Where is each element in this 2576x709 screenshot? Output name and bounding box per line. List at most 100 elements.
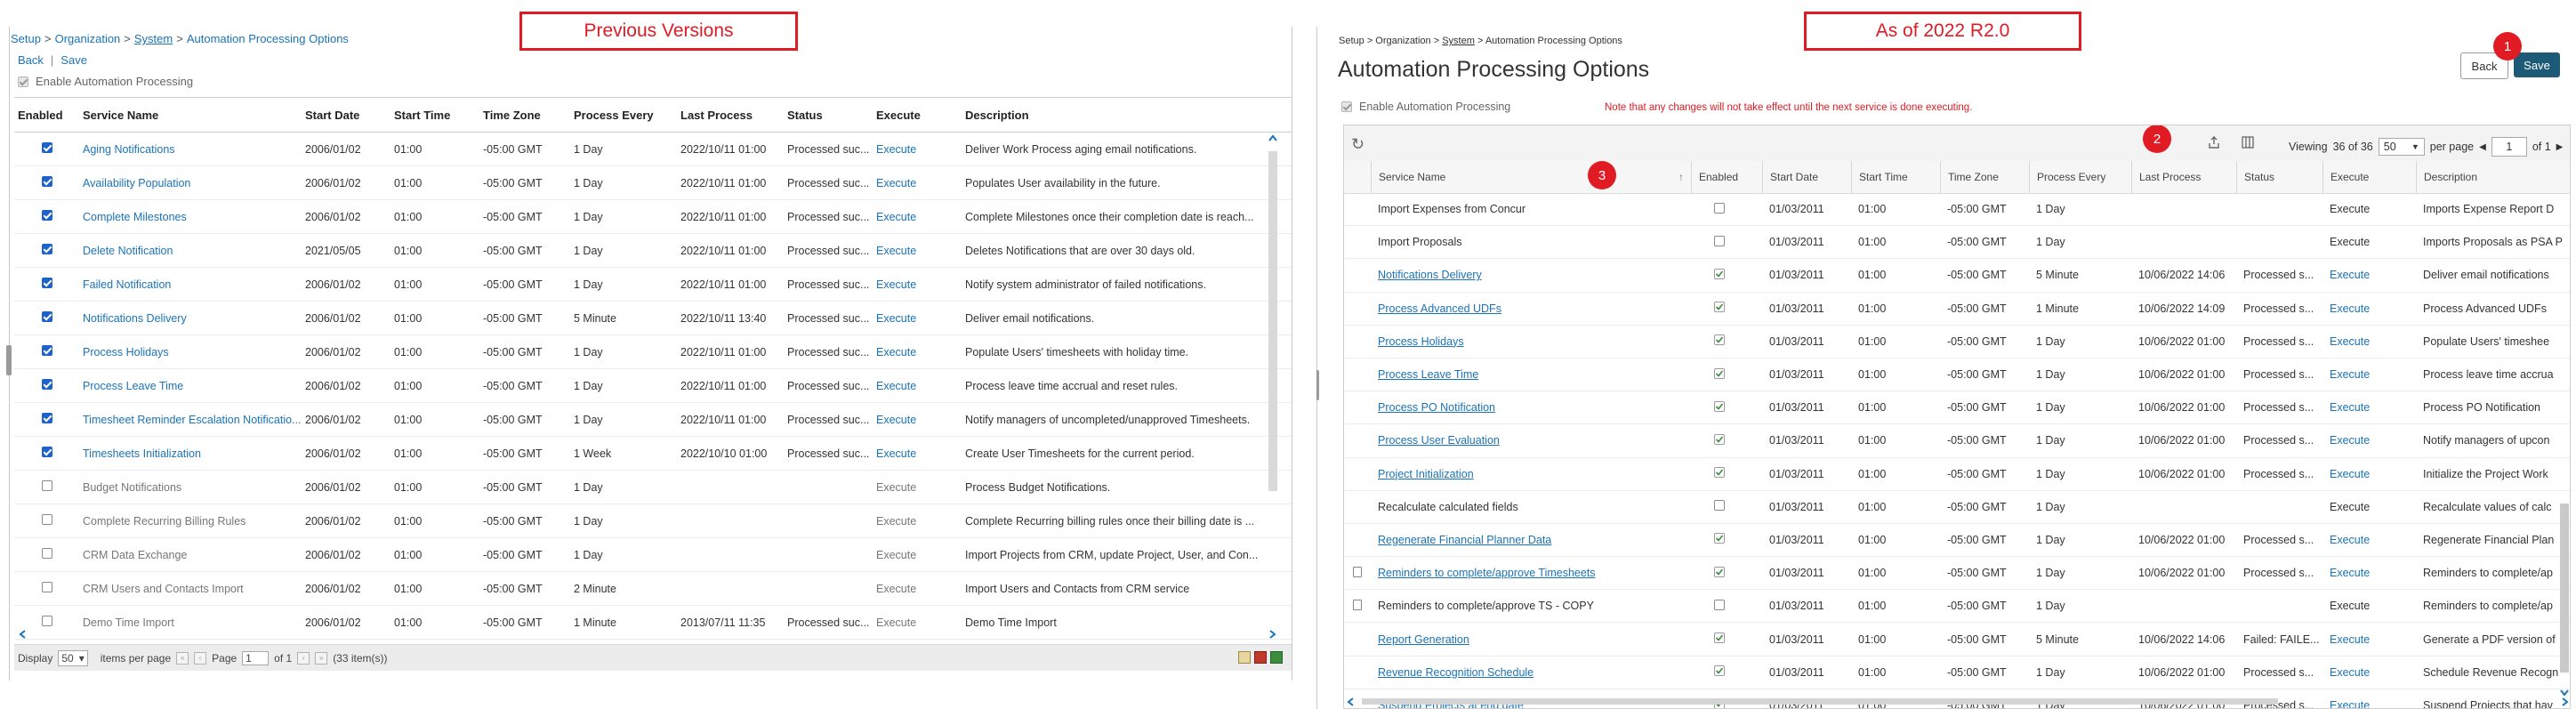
breadcrumb-organization[interactable]: Organization (55, 32, 121, 45)
execute-link[interactable]: Execute (873, 211, 962, 223)
column-header-start-time[interactable]: Start Time (391, 109, 480, 122)
enabled-checkbox[interactable] (42, 447, 52, 457)
service-name-link[interactable]: Report Generation (1371, 633, 1691, 646)
execute-link[interactable]: Execute (2322, 269, 2416, 281)
column-header-time-zone[interactable]: Time Zone (480, 109, 571, 122)
service-name-link[interactable]: Project Initialization (1371, 468, 1691, 480)
enabled-checkbox[interactable] (1714, 367, 1725, 379)
refresh-icon[interactable]: ↻ (1351, 135, 1364, 154)
enabled-checkbox[interactable] (42, 244, 52, 254)
enabled-checkbox[interactable] (42, 514, 52, 525)
column-header-service-name[interactable]: Service Name ↑ (1371, 161, 1691, 193)
execute-link[interactable]: Execute (2322, 633, 2416, 646)
column-header-start-time[interactable]: Start Time (1851, 161, 1940, 193)
service-name-link[interactable]: Process PO Notification (1371, 401, 1691, 414)
service-name-link[interactable]: Notifications Delivery (1371, 269, 1691, 281)
page-size-select[interactable]: 50 ▾ (58, 649, 88, 666)
breadcrumb-system[interactable]: System (1442, 36, 1475, 46)
copy-icon[interactable] (1353, 566, 1362, 577)
service-name-link[interactable]: Process Leave Time (80, 380, 302, 392)
execute-link[interactable]: Execute (873, 616, 962, 629)
page-number-input[interactable]: 1 (2491, 137, 2527, 157)
enabled-checkbox[interactable] (1714, 433, 1725, 445)
column-header-enabled[interactable]: Enabled (1691, 161, 1762, 193)
enabled-checkbox[interactable] (1714, 202, 1725, 214)
enabled-checkbox[interactable] (1714, 500, 1725, 512)
enabled-checkbox[interactable] (42, 142, 52, 153)
execute-link[interactable]: Execute (873, 549, 962, 561)
execute-link[interactable]: Execute (2322, 302, 2416, 315)
column-header-status[interactable]: Status (785, 109, 873, 122)
execute-link[interactable]: Execute (873, 414, 962, 426)
column-header-process-every[interactable]: Process Every (2029, 161, 2131, 193)
enabled-checkbox[interactable] (1714, 533, 1725, 544)
save-button[interactable]: Save (2514, 52, 2560, 77)
breadcrumb-organization[interactable]: Organization (1375, 36, 1430, 46)
service-name-link[interactable]: Timesheet Reminder Escalation Notificati… (80, 414, 302, 426)
prev-page-icon[interactable]: ◀ (2479, 142, 2486, 152)
enabled-checkbox[interactable] (1714, 632, 1725, 644)
enabled-checkbox[interactable] (1714, 566, 1725, 577)
service-name-link[interactable]: Reminders to complete/approve Timesheets (1371, 567, 1691, 579)
execute-link[interactable]: Execute (873, 278, 962, 291)
enabled-checkbox[interactable] (42, 278, 52, 288)
column-header-last-process[interactable]: Last Process (2131, 161, 2236, 193)
column-header-status[interactable]: Status (2236, 161, 2322, 193)
service-name-link[interactable]: Process Advanced UDFs (1371, 302, 1691, 315)
execute-link[interactable]: Execute (873, 447, 962, 460)
enabled-checkbox[interactable] (42, 413, 52, 423)
scroll-left-icon[interactable] (16, 628, 28, 641)
enabled-checkbox[interactable] (42, 379, 52, 390)
service-name-link[interactable]: Notifications Delivery (80, 312, 302, 325)
execute-link[interactable]: Execute (873, 346, 962, 359)
horizontal-scrollbar[interactable] (1344, 696, 2570, 708)
service-name-link[interactable]: Timesheets Initialization (80, 447, 302, 460)
column-header-service-name[interactable]: Service Name (80, 109, 302, 122)
back-link[interactable]: Back (18, 53, 44, 67)
enabled-checkbox[interactable] (42, 616, 52, 626)
horizontal-scrollbar[interactable] (16, 628, 1279, 641)
columns-icon[interactable] (2241, 135, 2255, 149)
sort-ascending-icon[interactable]: ↑ (1678, 161, 1684, 193)
breadcrumb-system[interactable]: System (134, 32, 173, 45)
enabled-checkbox[interactable] (1714, 599, 1725, 610)
execute-link[interactable]: Execute (873, 245, 962, 257)
execute-link[interactable]: Execute (2322, 666, 2416, 679)
last-page-icon[interactable]: » (315, 651, 328, 665)
next-page-icon[interactable]: › (297, 651, 310, 665)
service-name-link[interactable]: Process User Evaluation (1371, 434, 1691, 447)
enabled-checkbox[interactable] (42, 548, 52, 559)
scrollbar-thumb[interactable] (2560, 504, 2569, 673)
service-name-link[interactable]: Regenerate Financial Planner Data (1371, 534, 1691, 546)
enabled-checkbox[interactable] (42, 210, 52, 221)
execute-link[interactable]: Execute (2322, 401, 2416, 414)
execute-link[interactable]: Execute (2322, 468, 2416, 480)
enabled-checkbox[interactable] (1714, 235, 1725, 246)
column-header-time-zone[interactable]: Time Zone (1940, 161, 2029, 193)
service-name-link[interactable]: Process Holidays (1371, 335, 1691, 348)
column-header-start-date[interactable]: Start Date (302, 109, 391, 122)
enabled-checkbox[interactable] (42, 345, 52, 356)
execute-link[interactable]: Execute (2322, 600, 2416, 612)
service-name-link[interactable]: Delete Notification (80, 245, 302, 257)
column-header-last-process[interactable]: Last Process (678, 109, 785, 122)
vertical-scrollbar[interactable] (1267, 132, 1279, 630)
service-name-link[interactable]: Revenue Recognition Schedule (1371, 666, 1691, 679)
panel-resize-handle[interactable] (6, 345, 12, 375)
execute-link[interactable]: Execute (2322, 434, 2416, 447)
export-icon[interactable] (2207, 135, 2221, 149)
column-header-start-date[interactable]: Start Date (1762, 161, 1851, 193)
execute-link[interactable]: Execute (873, 481, 962, 494)
execute-link[interactable]: Execute (873, 312, 962, 325)
column-header-description[interactable]: Description (962, 109, 1274, 122)
enabled-checkbox[interactable] (42, 176, 52, 187)
prev-page-icon[interactable]: ‹ (194, 651, 207, 665)
trash-icon[interactable] (1353, 599, 1362, 610)
first-page-icon[interactable]: « (176, 651, 189, 665)
scroll-left-icon[interactable] (1346, 697, 1356, 707)
save-link[interactable]: Save (60, 53, 87, 67)
enabled-checkbox[interactable] (1714, 334, 1725, 346)
export-excel-icon[interactable] (1270, 651, 1283, 664)
execute-link[interactable]: Execute (2322, 368, 2416, 381)
panel-resize-handle[interactable] (1316, 370, 1319, 400)
